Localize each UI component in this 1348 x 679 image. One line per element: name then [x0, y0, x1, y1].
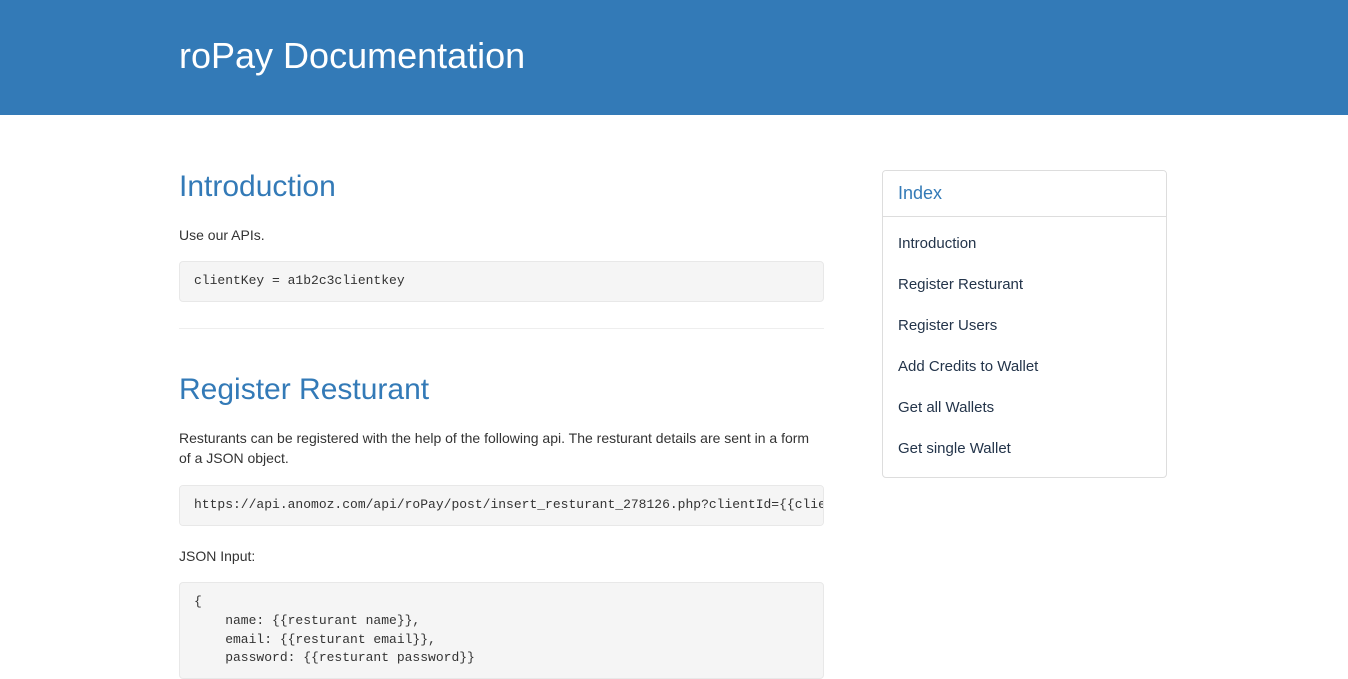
section-divider	[179, 328, 824, 329]
index-link-get-all-wallets[interactable]: Get all Wallets	[883, 387, 1166, 428]
register-resturant-text: Resturants can be registered with the he…	[179, 428, 824, 469]
sidebar: Index Introduction Register Resturant Re…	[882, 170, 1167, 478]
main-content: Introduction Use our APIs. clientKey = a…	[179, 170, 824, 679]
index-link-register-users[interactable]: Register Users	[883, 305, 1166, 346]
index-panel: Index Introduction Register Resturant Re…	[882, 170, 1167, 478]
intro-text: Use our APIs.	[179, 225, 824, 245]
index-link-introduction[interactable]: Introduction	[883, 223, 1166, 264]
page-title: roPay Documentation	[179, 35, 1169, 77]
register-resturant-json-code: { name: {{resturant name}}, email: {{res…	[179, 582, 824, 679]
register-resturant-endpoint-code: https://api.anomoz.com/api/roPay/post/in…	[179, 485, 824, 526]
page-header: roPay Documentation	[0, 0, 1348, 115]
section-heading-introduction: Introduction	[179, 170, 824, 203]
index-link-add-credits[interactable]: Add Credits to Wallet	[883, 346, 1166, 387]
index-list: Introduction Register Resturant Register…	[883, 217, 1166, 477]
page-body: Introduction Use our APIs. clientKey = a…	[179, 115, 1169, 679]
section-heading-register-resturant: Register Resturant	[179, 373, 824, 406]
intro-code-block: clientKey = a1b2c3clientkey	[179, 261, 824, 302]
index-heading: Index	[883, 171, 1166, 217]
index-link-get-single-wallet[interactable]: Get single Wallet	[883, 428, 1166, 469]
json-input-label: JSON Input:	[179, 546, 824, 566]
index-link-register-resturant[interactable]: Register Resturant	[883, 264, 1166, 305]
